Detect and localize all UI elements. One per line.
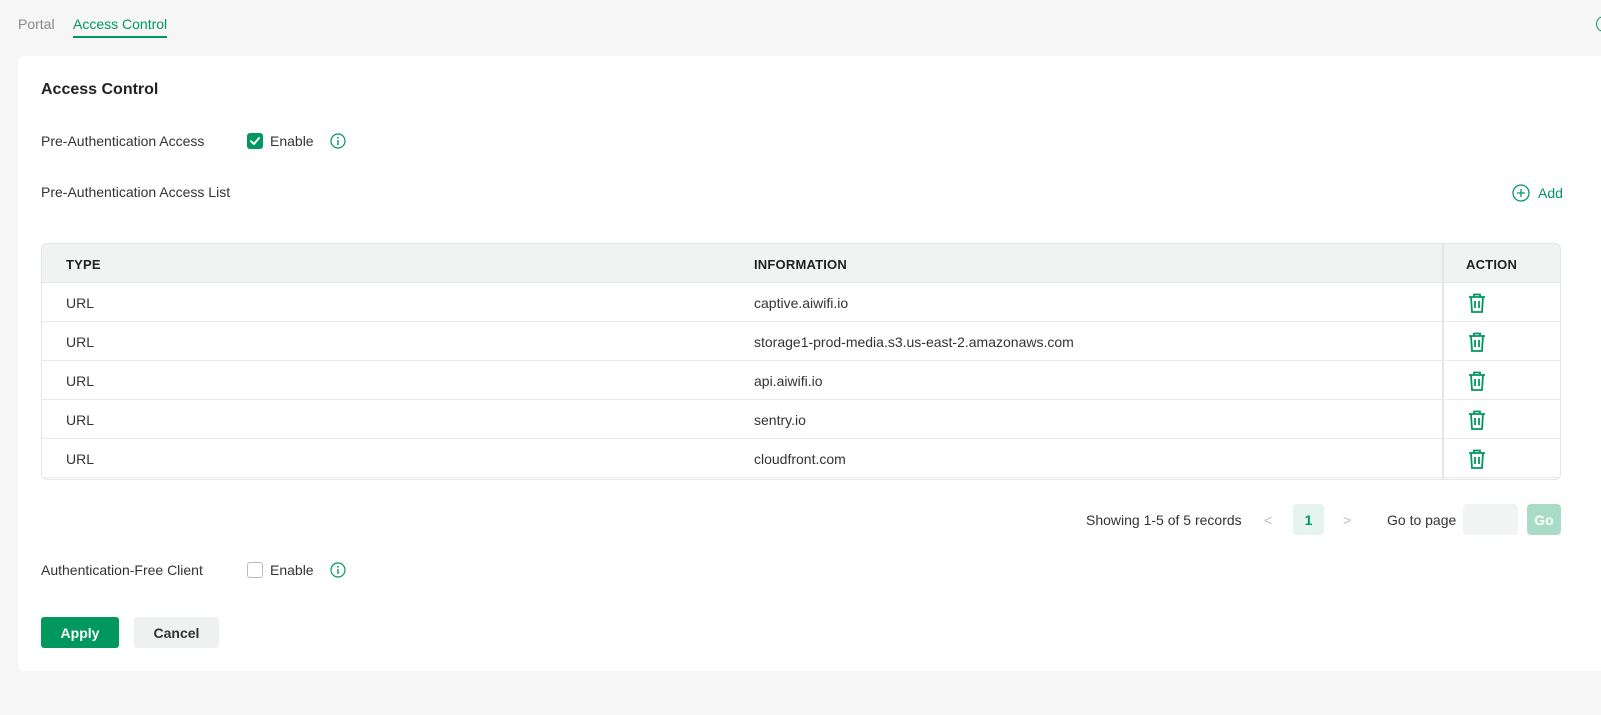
row-type: URL	[66, 451, 95, 467]
info-icon[interactable]	[330, 562, 346, 578]
trash-icon[interactable]	[1468, 332, 1486, 352]
add-button-label: Add	[1538, 185, 1563, 201]
trash-icon[interactable]	[1468, 410, 1486, 430]
info-icon[interactable]	[1596, 16, 1601, 32]
next-page-button[interactable]: >	[1343, 512, 1351, 528]
cancel-button[interactable]: Cancel	[134, 617, 219, 648]
row-type: URL	[66, 373, 95, 389]
top-navigation: Portal Access Control	[0, 0, 1601, 46]
auth-free-enable-checkbox[interactable]	[247, 562, 263, 578]
auth-free-enable-label[interactable]: Enable	[270, 562, 314, 578]
row-type: URL	[66, 412, 95, 428]
auth-free-client-label: Authentication-Free Client	[41, 562, 203, 578]
trash-icon[interactable]	[1468, 293, 1486, 313]
goto-page-label: Go to page	[1387, 512, 1457, 528]
row-type: URL	[66, 295, 95, 311]
checkmark-icon	[250, 137, 260, 145]
column-header-type: TYPE	[66, 257, 101, 272]
table-header: TYPE INFORMATION ACTION	[42, 244, 1560, 283]
table-row: URL cloudfront.com	[42, 439, 1560, 478]
pre-auth-list-label: Pre-Authentication Access List	[41, 184, 231, 200]
row-information: storage1-prod-media.s3.us-east-2.amazona…	[754, 334, 1074, 350]
column-header-information: INFORMATION	[754, 257, 847, 272]
trash-icon[interactable]	[1468, 449, 1486, 469]
apply-button[interactable]: Apply	[41, 617, 119, 648]
table-row: URL api.aiwifi.io	[42, 361, 1560, 400]
row-information: cloudfront.com	[754, 451, 846, 467]
row-information: api.aiwifi.io	[754, 373, 823, 389]
tab-access-control[interactable]: Access Control	[73, 16, 168, 38]
info-icon[interactable]	[330, 133, 346, 149]
trash-icon[interactable]	[1468, 371, 1486, 391]
access-control-card: Access Control Pre-Authentication Access…	[18, 56, 1601, 671]
add-button[interactable]: Add	[1512, 183, 1563, 203]
pre-auth-access-table: TYPE INFORMATION ACTION URL captive.aiwi…	[41, 243, 1561, 480]
row-information: captive.aiwifi.io	[754, 295, 849, 311]
records-summary: Showing 1-5 of 5 records	[1086, 512, 1242, 528]
row-type: URL	[66, 334, 95, 350]
pre-auth-access-label: Pre-Authentication Access	[41, 133, 205, 149]
pre-auth-enable-label[interactable]: Enable	[270, 133, 314, 149]
page-number-current[interactable]: 1	[1293, 504, 1324, 535]
row-information: sentry.io	[754, 412, 806, 428]
column-header-action: ACTION	[1466, 257, 1518, 272]
page-title: Access Control	[41, 81, 159, 98]
table-row: URL captive.aiwifi.io	[42, 283, 1560, 322]
tab-portal[interactable]: Portal	[18, 16, 55, 36]
plus-circle-icon	[1512, 184, 1530, 202]
go-button[interactable]: Go	[1527, 504, 1561, 535]
prev-page-button[interactable]: <	[1264, 512, 1272, 528]
pre-auth-enable-checkbox[interactable]	[247, 133, 263, 149]
table-row: URL sentry.io	[42, 400, 1560, 439]
goto-page-input[interactable]	[1463, 504, 1518, 535]
table-row: URL storage1-prod-media.s3.us-east-2.ama…	[42, 322, 1560, 361]
action-column-divider	[1442, 244, 1444, 479]
